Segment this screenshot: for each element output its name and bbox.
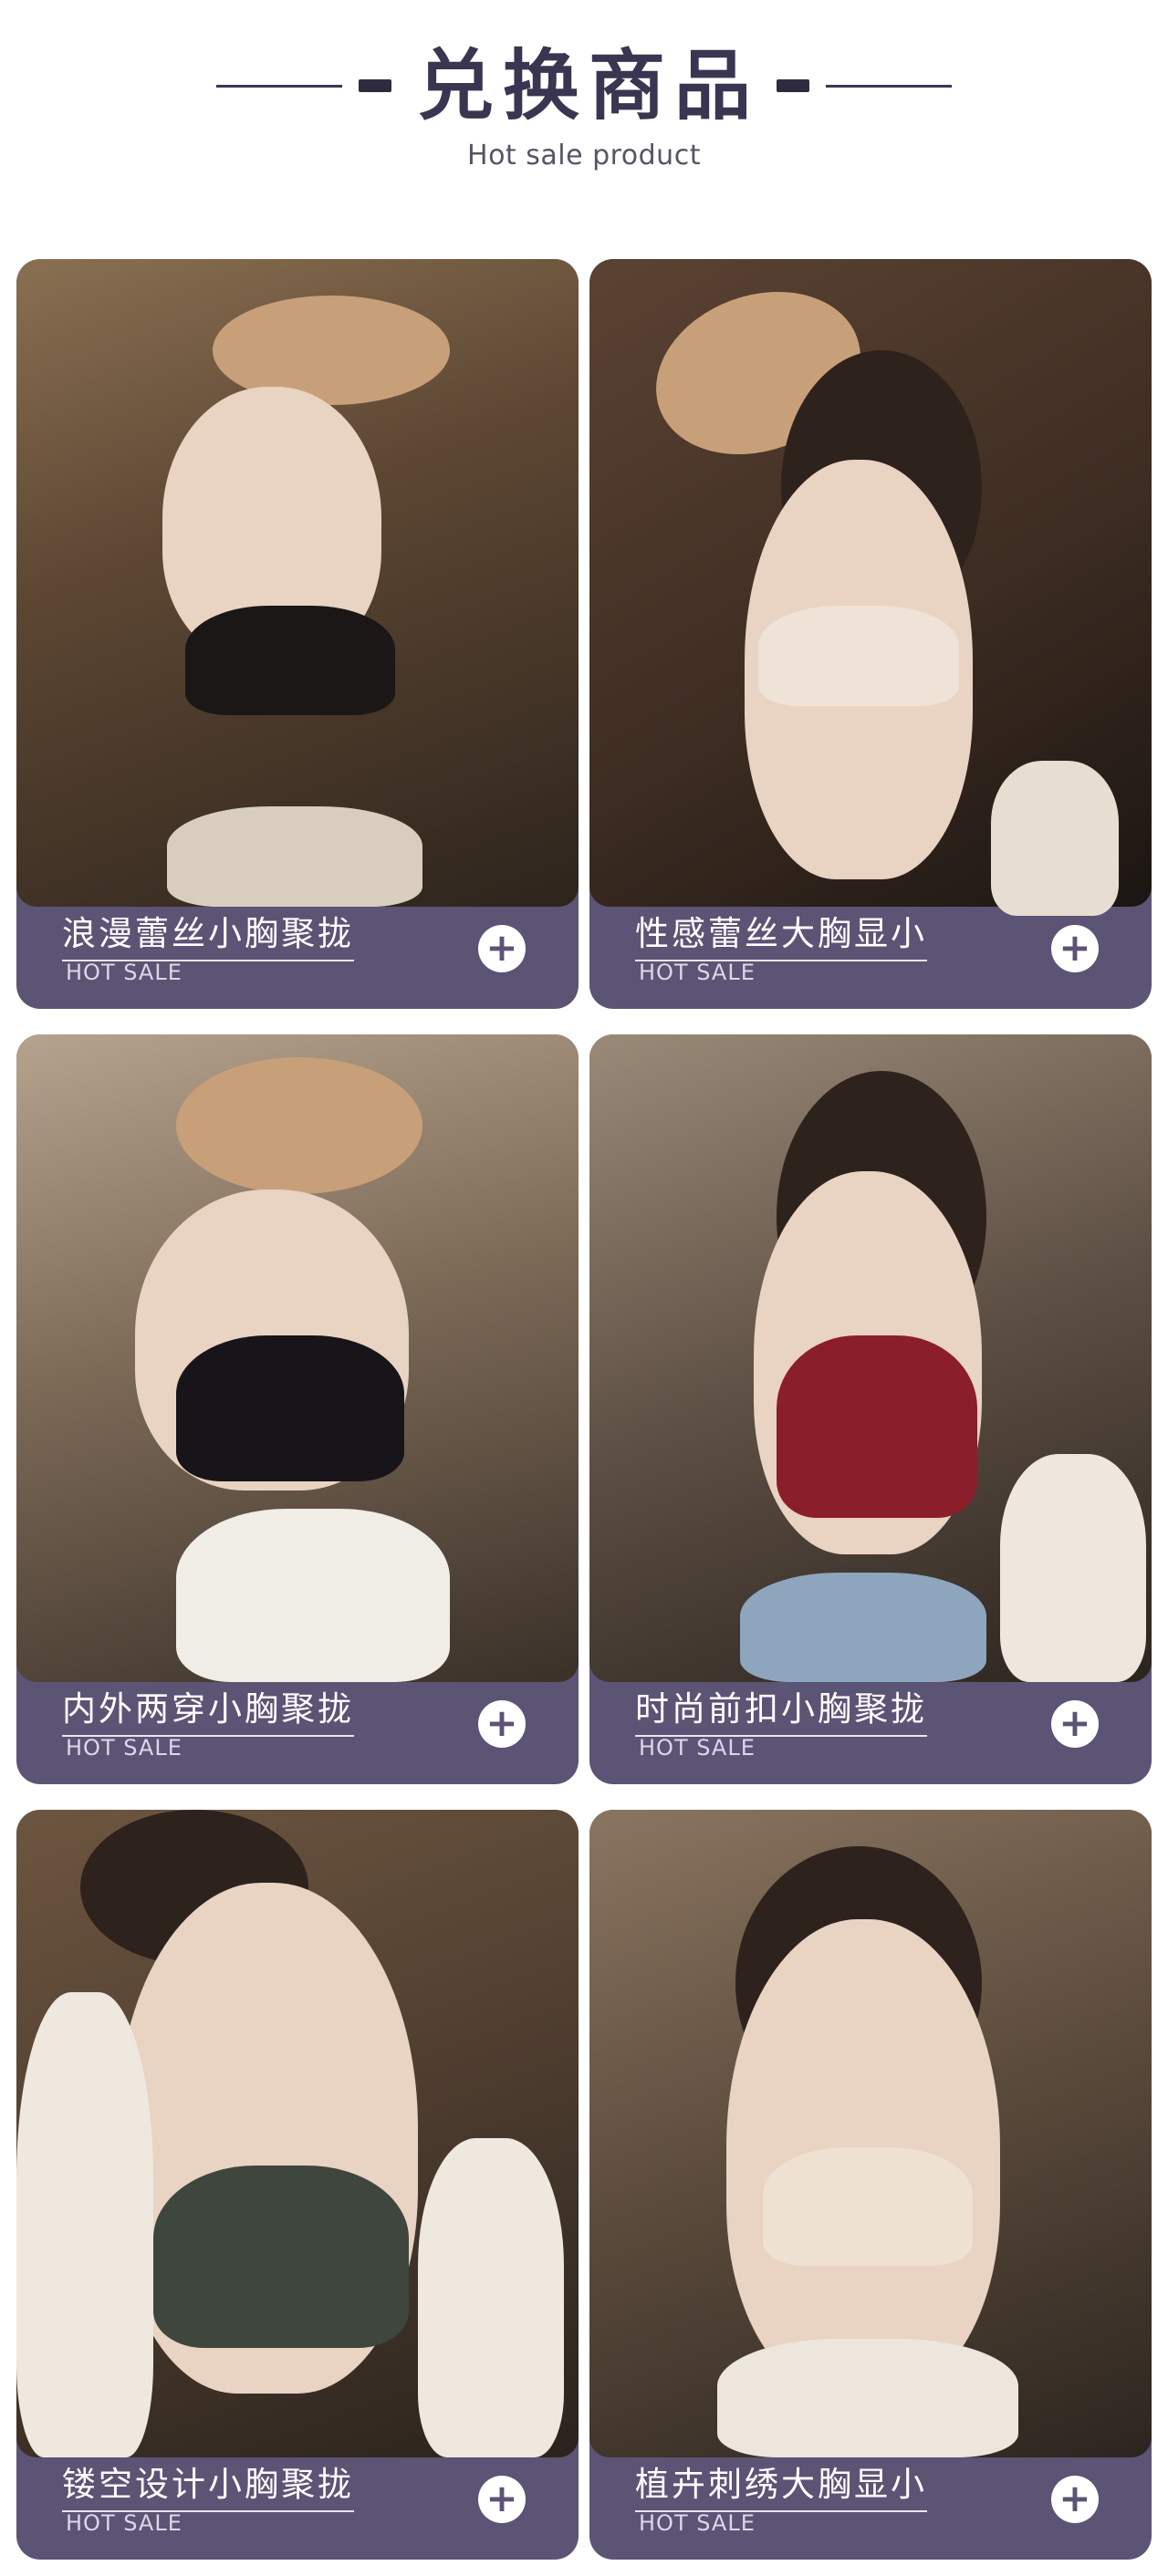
product-card[interactable]: 浪漫蕾丝小胸聚拢 HOT SALE + xyxy=(16,259,579,1009)
product-image[interactable] xyxy=(589,1810,1152,2457)
product-tag: HOT SALE xyxy=(639,2510,756,2536)
product-name[interactable]: 镂空设计小胸聚拢 xyxy=(62,2463,354,2512)
plus-icon[interactable]: + xyxy=(1051,925,1099,972)
garment-shape xyxy=(777,1335,977,1518)
product-tag: HOT SALE xyxy=(66,2510,182,2536)
plus-icon[interactable]: + xyxy=(478,925,526,972)
garment-shape xyxy=(758,606,959,706)
product-card[interactable]: 性感蕾丝大胸显小 HOT SALE + xyxy=(589,259,1152,1009)
product-tag: HOT SALE xyxy=(66,960,182,985)
jacket-shape xyxy=(1000,1454,1146,1682)
plus-icon[interactable]: + xyxy=(478,1700,526,1748)
section-title: 兑换商品 xyxy=(416,41,760,130)
product-name[interactable]: 植卉刺绣大胸显小 xyxy=(635,2463,927,2512)
product-tag: HOT SALE xyxy=(66,1735,182,1761)
section-header: 兑换商品 Hot sale product xyxy=(0,0,1168,246)
plus-icon[interactable]: + xyxy=(478,2476,526,2523)
title-right-line xyxy=(826,84,952,88)
garment-shape xyxy=(153,2166,409,2348)
product-name[interactable]: 时尚前扣小胸聚拢 xyxy=(635,1688,927,1737)
pants-shape xyxy=(717,2339,1018,2457)
title-left-dash xyxy=(358,79,391,92)
product-image[interactable] xyxy=(589,1034,1152,1682)
title-row: 兑换商品 xyxy=(0,47,1168,124)
garment-shape xyxy=(176,1335,404,1481)
plus-icon[interactable]: + xyxy=(1051,1700,1099,1748)
product-image[interactable] xyxy=(589,259,1152,916)
product-card[interactable]: 内外两穿小胸聚拢 HOT SALE + xyxy=(16,1034,579,1784)
product-image[interactable] xyxy=(16,1034,579,1682)
jeans-shape xyxy=(740,1573,986,1682)
product-tag: HOT SALE xyxy=(639,1735,756,1761)
fur-shape xyxy=(418,2138,564,2457)
fur-shape xyxy=(16,1992,153,2457)
skirt-shape xyxy=(176,1509,450,1682)
robe-shape xyxy=(991,761,1119,916)
section-subtitle: Hot sale product xyxy=(467,140,701,171)
product-tag: HOT SALE xyxy=(639,960,756,985)
product-name[interactable]: 内外两穿小胸聚拢 xyxy=(62,1688,354,1737)
title-left-line xyxy=(215,84,342,88)
product-image[interactable] xyxy=(16,1810,579,2457)
garment-shape xyxy=(763,2147,973,2266)
product-card[interactable]: 镂空设计小胸聚拢 HOT SALE + xyxy=(16,1810,579,2560)
title-right-dash xyxy=(777,79,809,92)
product-card[interactable]: 时尚前扣小胸聚拢 HOT SALE + xyxy=(589,1034,1152,1784)
product-name[interactable]: 浪漫蕾丝小胸聚拢 xyxy=(62,912,354,961)
garment-shape xyxy=(185,606,395,715)
skirt-shape xyxy=(167,806,422,907)
product-card[interactable]: 植卉刺绣大胸显小 HOT SALE + xyxy=(589,1810,1152,2560)
plus-icon[interactable]: + xyxy=(1051,2476,1099,2523)
product-image[interactable] xyxy=(16,259,579,907)
product-name[interactable]: 性感蕾丝大胸显小 xyxy=(635,912,927,961)
hat-shape xyxy=(176,1057,422,1194)
